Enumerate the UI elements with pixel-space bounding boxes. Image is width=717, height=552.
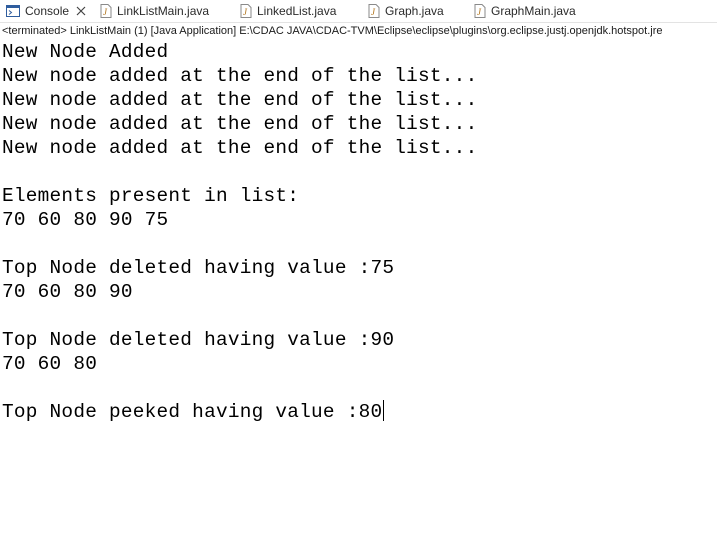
console-line-text: New node added at the end of the list... xyxy=(2,113,478,135)
process-status-line: <terminated> LinkListMain (1) [Java Appl… xyxy=(2,25,663,37)
text-caret xyxy=(383,400,385,421)
console-line: New Node Added xyxy=(2,40,714,64)
console-line: Top Node deleted having value :90 xyxy=(2,328,714,352)
close-icon[interactable] xyxy=(76,6,86,16)
console-line-text: 70 60 80 90 xyxy=(2,281,133,303)
console-line: 70 60 80 90 xyxy=(2,280,714,304)
tab-label: LinkedList.java xyxy=(257,4,337,18)
console-icon xyxy=(6,5,20,17)
console-line: Top Node peeked having value :80 xyxy=(2,400,714,424)
console-line-text: Top Node peeked having value :80 xyxy=(2,401,383,423)
console-line: New node added at the end of the list... xyxy=(2,88,714,112)
console-line: New node added at the end of the list... xyxy=(2,112,714,136)
tab-console-label: Console xyxy=(25,4,70,18)
console-line-text: Elements present in list: xyxy=(2,185,300,207)
console-line-text: New Node Added xyxy=(2,41,169,63)
tab-label: GraphMain.java xyxy=(491,4,576,18)
console-line-text: New node added at the end of the list... xyxy=(2,137,478,159)
console-line: 70 60 80 90 75 xyxy=(2,208,714,232)
tab-console[interactable]: Console xyxy=(6,0,87,22)
tab-graphmain[interactable]: J GraphMain.java xyxy=(474,0,576,22)
console-line-text: New node added at the end of the list... xyxy=(2,65,478,87)
tab-linkedlist[interactable]: J LinkedList.java xyxy=(240,0,336,22)
console-line-text: New node added at the end of the list... xyxy=(2,89,478,111)
console-output[interactable]: New Node Added New node added at the end … xyxy=(2,40,714,548)
java-file-icon: J xyxy=(368,4,380,18)
console-line: 70 60 80 xyxy=(2,352,714,376)
console-line-text: Top Node deleted having value :75 xyxy=(2,257,395,279)
console-line: Elements present in list: xyxy=(2,184,714,208)
console-line: New node added at the end of the list... xyxy=(2,136,714,160)
console-line: Top Node deleted having value :75 xyxy=(2,256,714,280)
java-file-icon: J xyxy=(240,4,252,18)
tab-linklistmain[interactable]: J LinkListMain.java xyxy=(100,0,209,22)
view-tab-bar: Console J LinkListMain.java J LinkedList… xyxy=(0,0,717,23)
tab-label: Graph.java xyxy=(385,4,444,18)
tab-label: LinkListMain.java xyxy=(117,4,210,18)
console-line-text: 70 60 80 90 75 xyxy=(2,209,169,231)
java-file-icon: J xyxy=(100,4,112,18)
console-line-text: 70 60 80 xyxy=(2,353,98,375)
console-line-text: Top Node deleted having value :90 xyxy=(2,329,395,351)
java-file-icon: J xyxy=(474,4,486,18)
console-line: New node added at the end of the list... xyxy=(2,64,714,88)
tab-graph[interactable]: J Graph.java xyxy=(368,0,444,22)
